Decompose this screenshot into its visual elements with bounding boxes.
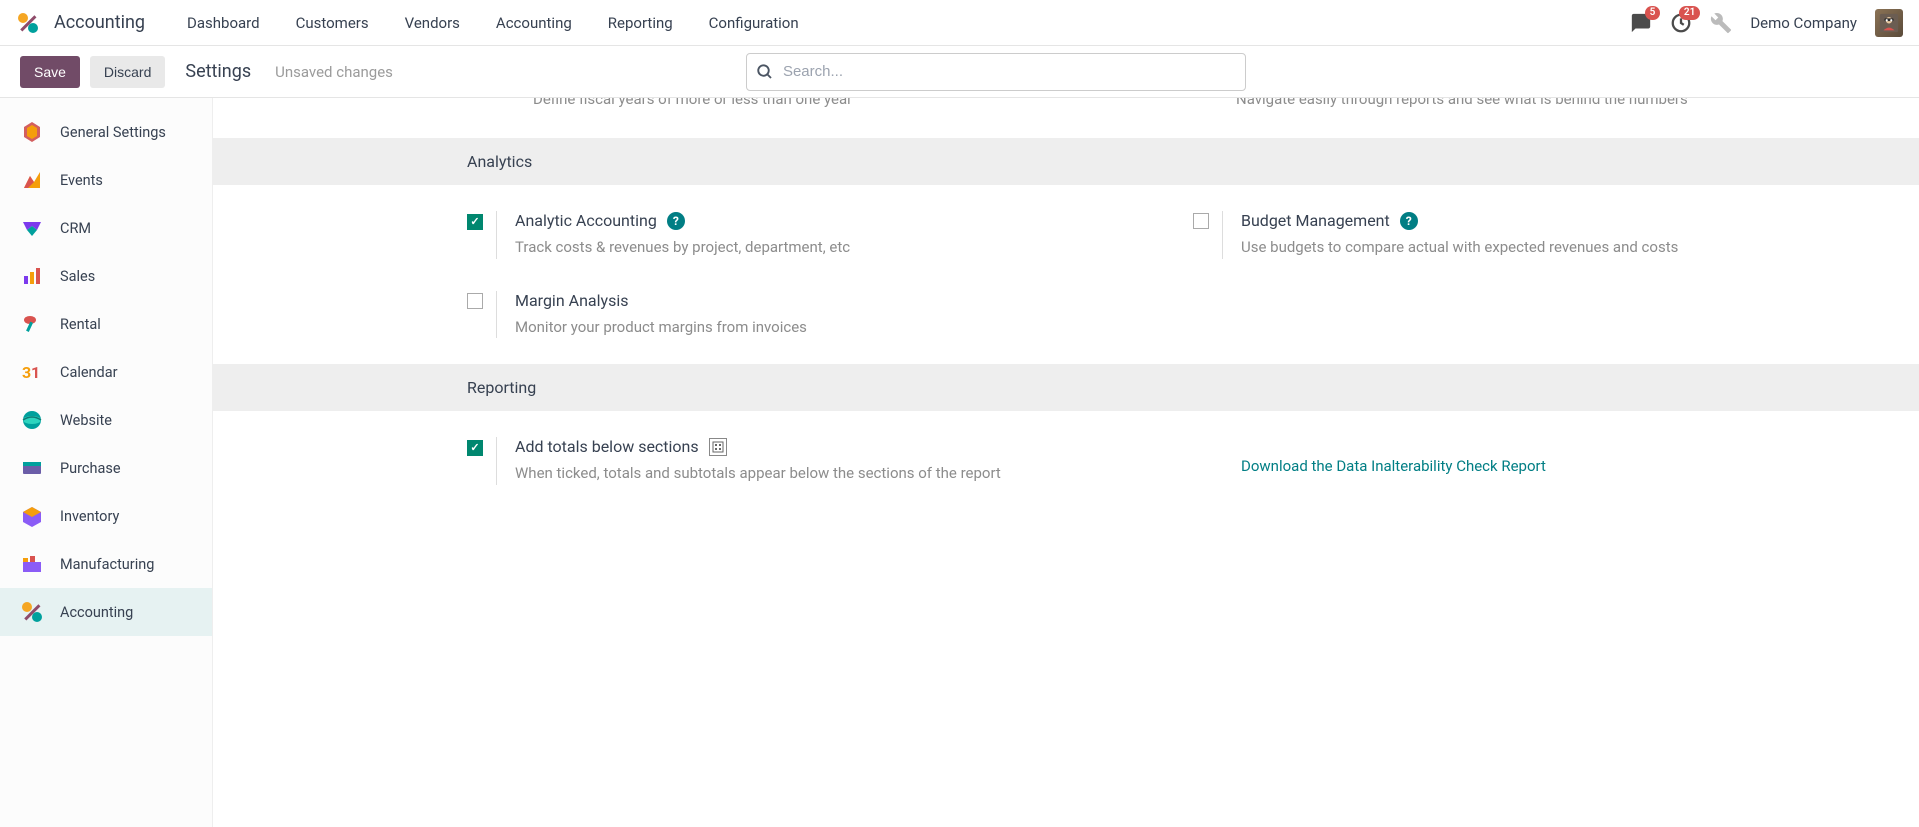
calendar-icon: 31: [20, 360, 44, 384]
section-analytics-header: Analytics: [213, 138, 1919, 185]
events-icon: [20, 168, 44, 192]
partial-desc-right: Navigate easily through reports and see …: [1236, 106, 1879, 110]
sidebar-item-label: Accounting: [60, 604, 133, 621]
nav-reporting[interactable]: Reporting: [594, 14, 687, 32]
layout: General Settings Events CRM Sales Rental…: [0, 98, 1919, 827]
top-nav-left: Accounting Dashboard Customers Vendors A…: [16, 11, 813, 35]
section-analytics-body: Analytic Accounting ? Track costs & reve…: [213, 185, 1919, 364]
activities-badge: 21: [1679, 6, 1700, 20]
nav-configuration[interactable]: Configuration: [695, 14, 813, 32]
control-bar: Save Discard Settings Unsaved changes: [0, 46, 1919, 98]
analytic-accounting-checkbox[interactable]: [467, 214, 483, 230]
sidebar-item-inventory[interactable]: Inventory: [0, 492, 212, 540]
search-wrap: [746, 53, 1246, 91]
sidebar-item-label: Manufacturing: [60, 556, 154, 573]
option-download-report: Download the Data Inalterability Check R…: [1193, 437, 1879, 485]
option-desc: Use budgets to compare actual with expec…: [1241, 236, 1879, 259]
nav-dashboard[interactable]: Dashboard: [173, 14, 274, 32]
settings-sidebar: General Settings Events CRM Sales Rental…: [0, 98, 213, 827]
option-analytic-accounting: Analytic Accounting ? Track costs & reve…: [467, 211, 1153, 259]
discard-button[interactable]: Discard: [90, 56, 165, 88]
option-desc: Track costs & revenues by project, depar…: [515, 236, 1153, 259]
sidebar-item-label: Purchase: [60, 460, 121, 477]
sidebar-item-sales[interactable]: Sales: [0, 252, 212, 300]
option-margin-analysis: Margin Analysis Monitor your product mar…: [467, 291, 1153, 339]
help-icon[interactable]: ?: [1400, 212, 1418, 230]
user-avatar[interactable]: [1875, 9, 1903, 37]
option-title: Margin Analysis: [515, 291, 628, 310]
option-add-totals: Add totals below sections When ticked, t…: [467, 437, 1153, 485]
sidebar-item-website[interactable]: Website: [0, 396, 212, 444]
option-title: Budget Management: [1241, 211, 1390, 230]
section-reporting-header: Reporting: [213, 364, 1919, 411]
app-name[interactable]: Accounting: [54, 12, 145, 33]
nav-accounting[interactable]: Accounting: [482, 14, 586, 32]
sidebar-item-label: Calendar: [60, 364, 118, 381]
sidebar-item-calendar[interactable]: 31 Calendar: [0, 348, 212, 396]
nav-vendors[interactable]: Vendors: [391, 14, 474, 32]
svg-text:1: 1: [31, 363, 40, 382]
website-icon: [20, 408, 44, 432]
option-title: Analytic Accounting: [515, 211, 657, 230]
sidebar-item-label: Rental: [60, 316, 101, 333]
partial-desc-left: Define fiscal years of more or less than…: [533, 98, 1176, 110]
accounting-icon: [20, 600, 44, 624]
section-reporting-body: Add totals below sections When ticked, t…: [213, 411, 1919, 511]
search-input[interactable]: [746, 53, 1246, 91]
top-nav: Accounting Dashboard Customers Vendors A…: [0, 0, 1919, 46]
enterprise-icon[interactable]: [709, 438, 727, 456]
crm-icon: [20, 216, 44, 240]
partial-section: Define fiscal years of more or less than…: [213, 98, 1919, 138]
gear-icon: [20, 120, 44, 144]
messages-icon[interactable]: 5: [1630, 12, 1652, 34]
download-report-link[interactable]: Download the Data Inalterability Check R…: [1241, 457, 1546, 475]
sidebar-item-manufacturing[interactable]: Manufacturing: [0, 540, 212, 588]
purchase-icon: [20, 456, 44, 480]
search-icon: [756, 63, 774, 81]
margin-analysis-checkbox[interactable]: [467, 293, 483, 309]
option-title: Add totals below sections: [515, 437, 699, 456]
rental-icon: [20, 312, 44, 336]
sidebar-item-label: Inventory: [60, 508, 119, 525]
budget-management-checkbox[interactable]: [1193, 213, 1209, 229]
sidebar-item-purchase[interactable]: Purchase: [0, 444, 212, 492]
sidebar-item-general-settings[interactable]: General Settings: [0, 108, 212, 156]
sales-icon: [20, 264, 44, 288]
sidebar-item-rental[interactable]: Rental: [0, 300, 212, 348]
option-desc: Monitor your product margins from invoic…: [515, 316, 1153, 339]
add-totals-checkbox[interactable]: [467, 440, 483, 456]
option-budget-management: Budget Management ? Use budgets to compa…: [1193, 211, 1879, 259]
sidebar-item-accounting[interactable]: Accounting: [0, 588, 212, 636]
save-button[interactable]: Save: [20, 56, 80, 88]
main-content: Define fiscal years of more or less than…: [213, 98, 1919, 827]
sidebar-item-events[interactable]: Events: [0, 156, 212, 204]
inventory-icon: [20, 504, 44, 528]
messages-badge: 5: [1645, 6, 1661, 20]
manufacturing-icon: [20, 552, 44, 576]
nav-customers[interactable]: Customers: [282, 14, 383, 32]
sidebar-item-label: CRM: [60, 220, 91, 237]
sidebar-item-label: Website: [60, 412, 112, 429]
tools-icon[interactable]: [1710, 12, 1732, 34]
app-logo[interactable]: [16, 11, 40, 35]
sidebar-item-label: Sales: [60, 268, 95, 285]
top-nav-right: 5 21 Demo Company: [1630, 9, 1903, 37]
activities-icon[interactable]: 21: [1670, 12, 1692, 34]
sidebar-item-label: General Settings: [60, 124, 166, 141]
sidebar-item-label: Events: [60, 172, 103, 189]
help-icon[interactable]: ?: [667, 212, 685, 230]
status-text: Unsaved changes: [275, 63, 393, 81]
breadcrumb: Settings: [185, 61, 251, 82]
svg-text:3: 3: [22, 363, 31, 382]
option-desc: When ticked, totals and subtotals appear…: [515, 462, 1153, 485]
sidebar-item-crm[interactable]: CRM: [0, 204, 212, 252]
company-switcher[interactable]: Demo Company: [1750, 14, 1857, 32]
